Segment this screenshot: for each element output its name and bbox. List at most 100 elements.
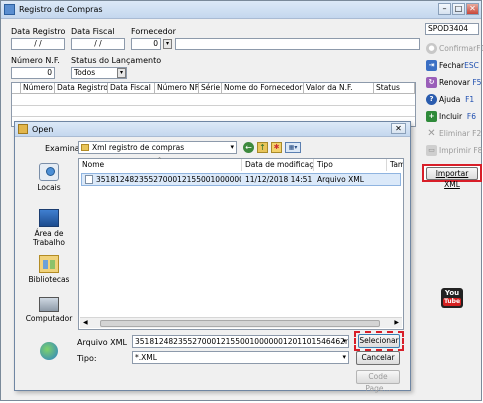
data-registro-label: Data Registro <box>11 27 66 36</box>
column-header[interactable]: Data Fiscal <box>108 83 155 94</box>
column-header[interactable]: Número NF <box>155 83 199 94</box>
column-header[interactable]: Valor da N.F. <box>304 83 374 94</box>
youtube-tube-text: Tube <box>443 298 461 306</box>
data-registro-input[interactable]: / / <box>11 38 65 50</box>
imprimir-button[interactable]: ▭ Imprimir F8 <box>425 144 482 158</box>
fornecedor-lookup-button[interactable]: ▾ <box>163 39 172 49</box>
delete-icon: ✕ <box>427 128 436 139</box>
file-row-selected[interactable]: 351812482355270001215500100000012011101.… <box>81 173 401 186</box>
select-button[interactable]: Selecionar <box>358 334 400 348</box>
recent-places-icon <box>39 163 59 181</box>
form-code: SPOD3404 <box>425 23 479 35</box>
eliminar-button[interactable]: ✕ Eliminar F2 <box>425 127 481 141</box>
place-libraries-label: Bibliotecas <box>28 275 70 284</box>
close-button[interactable]: ✕ <box>466 3 479 15</box>
place-desktop[interactable]: Área de Trabalho <box>21 209 77 247</box>
incluir-button[interactable]: + Incluir F6 <box>425 110 479 124</box>
renovar-label: Renovar <box>439 78 470 87</box>
incluir-label: Incluir <box>439 112 463 121</box>
filename-input[interactable]: 3518124823552700012155001000000120110154… <box>132 335 349 348</box>
fornecedor-code-input[interactable]: 0 <box>131 38 161 50</box>
import-xml-highlight: Importar XML <box>422 164 482 189</box>
new-folder-icon[interactable]: ✱ <box>271 142 282 153</box>
back-icon[interactable]: ← <box>243 142 254 153</box>
column-header[interactable]: Status <box>374 83 415 94</box>
scroll-right-icon[interactable]: ▶ <box>394 319 399 326</box>
refresh-icon: ↻ <box>426 77 437 88</box>
row-indicator-header <box>12 83 21 94</box>
confirmar-key: F10 <box>476 44 483 53</box>
fornecedor-name-input[interactable] <box>175 38 420 50</box>
scroll-left-icon[interactable]: ◀ <box>83 319 88 326</box>
fechar-key: ESC <box>464 61 479 70</box>
file-type-label: Tipo: <box>77 354 97 363</box>
sort-ascending-icon: ^ <box>157 157 163 164</box>
main-titlebar: Registro de Compras – □ ✕ <box>1 1 481 19</box>
place-network[interactable] <box>21 342 77 362</box>
view-menu-icon[interactable]: ▦▾ <box>285 142 301 153</box>
numero-nf-input[interactable]: 0 <box>11 67 55 79</box>
place-libraries[interactable]: Bibliotecas <box>21 255 77 284</box>
chevron-down-icon: ▾ <box>230 143 234 151</box>
youtube-icon[interactable]: You Tube <box>441 288 463 308</box>
numero-nf-label: Número N.F. <box>11 56 60 65</box>
fechar-label: Fechar <box>439 61 465 70</box>
ajuda-button[interactable]: ? Ajuda F1 <box>425 93 479 107</box>
confirmar-button[interactable]: ● ConfirmarF10 <box>425 42 483 56</box>
column-header-type[interactable]: Tipo <box>314 159 387 171</box>
column-header-size[interactable]: Tam <box>387 159 403 171</box>
file-type-value: *.XML <box>135 353 157 362</box>
status-select-value: Todos <box>74 68 96 77</box>
column-header[interactable]: Série <box>199 83 222 94</box>
folder-icon <box>81 144 89 151</box>
renovar-button[interactable]: ↻ Renovar F5 <box>425 76 481 90</box>
up-folder-icon[interactable]: ↑ <box>257 142 268 153</box>
add-icon: + <box>426 111 437 122</box>
file-date: 11/12/2018 14:51 <box>245 175 313 184</box>
place-computer[interactable]: Computador <box>21 297 77 323</box>
column-header-date[interactable]: Data de modificaç... <box>242 159 314 171</box>
folder-icon <box>18 124 28 134</box>
grid-row-line <box>12 105 415 106</box>
column-header[interactable]: Número <box>21 83 55 94</box>
scrollbar-thumb[interactable] <box>100 320 380 327</box>
dialog-close-button[interactable]: ✕ <box>391 123 406 134</box>
youtube-you-text: You <box>444 289 460 297</box>
column-header[interactable]: Nome do Fornecedor <box>222 83 304 94</box>
look-in-select[interactable]: Xml registro de compras ▾ <box>78 141 237 154</box>
help-icon: ? <box>426 94 437 105</box>
file-type-select[interactable]: *.XML ▾ <box>132 351 349 364</box>
chevron-down-icon[interactable]: ▾ <box>117 68 126 78</box>
eliminar-label: Eliminar <box>439 129 470 138</box>
column-header[interactable]: Data Registro <box>55 83 108 94</box>
side-toolbar: SPOD3404 ● ConfirmarF10 ⇥ FecharESC ↻ Re… <box>422 20 483 401</box>
minimize-button[interactable]: – <box>438 3 451 15</box>
door-close-icon: ⇥ <box>426 60 437 71</box>
place-recent[interactable]: Locais <box>21 163 77 192</box>
place-computer-label: Computador <box>25 314 73 323</box>
open-dialog-title: Open <box>32 125 54 134</box>
open-file-dialog: Open ✕ Examinar: Xml registro de compras… <box>14 121 411 393</box>
network-globe-icon <box>40 342 58 360</box>
chevron-down-icon: ▾ <box>342 337 346 345</box>
file-name: 351812482355270001215500100000012011101.… <box>96 175 241 184</box>
window-title: Registro de Compras <box>19 5 103 14</box>
printer-icon: ▭ <box>426 145 437 156</box>
data-fiscal-input[interactable]: / / <box>71 38 125 50</box>
app-icon <box>4 4 15 15</box>
fechar-button[interactable]: ⇥ FecharESC <box>425 59 479 73</box>
open-dialog-titlebar: Open ✕ <box>15 122 410 137</box>
maximize-button[interactable]: □ <box>452 3 465 15</box>
import-xml-button[interactable]: Importar XML <box>426 167 478 189</box>
status-lancamento-label: Status do Lançamento <box>71 56 162 65</box>
file-list[interactable]: Nome ^ Data de modificaç... Tipo Tam 351… <box>78 157 404 330</box>
computer-icon <box>39 297 59 312</box>
grid-row-line <box>12 116 415 117</box>
libraries-icon <box>39 255 59 273</box>
select-button-highlight: Selecionar <box>354 331 404 351</box>
data-fiscal-label: Data Fiscal <box>71 27 115 36</box>
cancel-button[interactable]: Cancelar <box>356 351 400 365</box>
horizontal-scrollbar[interactable]: ◀ ▶ <box>80 317 402 328</box>
incluir-key: F6 <box>466 112 476 121</box>
code-page-button[interactable]: Code Page... <box>356 370 400 393</box>
